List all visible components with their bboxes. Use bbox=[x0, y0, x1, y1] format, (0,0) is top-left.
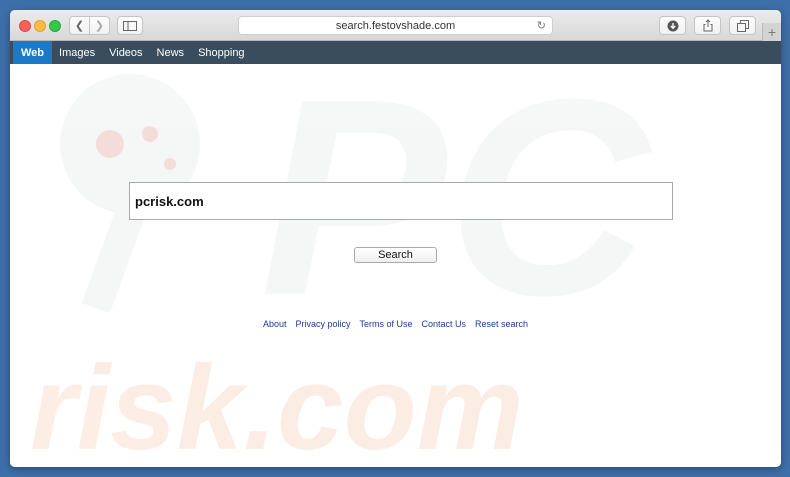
address-bar[interactable]: search.festovshade.com ↻ bbox=[238, 16, 553, 35]
browser-window: ❮ ❯ search.festovshade.com ↻ + Web Image… bbox=[10, 10, 781, 467]
tabs-icon bbox=[736, 19, 749, 32]
nav-tab-news[interactable]: News bbox=[150, 41, 192, 64]
search-button[interactable]: Search bbox=[354, 247, 437, 263]
footer-link-reset[interactable]: Reset search bbox=[475, 319, 528, 329]
minimize-window-button[interactable] bbox=[34, 20, 46, 32]
sidebar-icon bbox=[123, 20, 137, 31]
new-tab-button[interactable]: + bbox=[762, 23, 781, 41]
plus-icon: + bbox=[767, 24, 777, 40]
footer-link-about[interactable]: About bbox=[263, 319, 287, 329]
reload-icon[interactable]: ↻ bbox=[537, 19, 546, 32]
watermark-text: risk.com bbox=[30, 341, 524, 467]
maximize-window-button[interactable] bbox=[49, 20, 61, 32]
chevron-right-icon: ❯ bbox=[94, 20, 105, 32]
chevron-left-icon: ❮ bbox=[74, 20, 85, 32]
nav-tab-videos[interactable]: Videos bbox=[102, 41, 149, 64]
show-tabs-button[interactable] bbox=[729, 16, 756, 35]
nav-tab-web[interactable]: Web bbox=[13, 41, 53, 64]
sidebar-toggle-button[interactable] bbox=[117, 16, 143, 35]
pcrisk-watermark: PC risk.com bbox=[30, 64, 652, 467]
footer-links: About Privacy policy Terms of Use Contac… bbox=[10, 319, 781, 329]
forward-button[interactable]: ❯ bbox=[89, 16, 110, 35]
close-window-button[interactable] bbox=[19, 20, 31, 32]
nav-tab-images[interactable]: Images bbox=[52, 41, 102, 64]
search-input[interactable]: pcrisk.com bbox=[129, 182, 673, 220]
url-text: search.festovshade.com bbox=[335, 19, 456, 32]
share-button[interactable] bbox=[694, 16, 721, 35]
download-icon bbox=[667, 20, 678, 31]
nav-tab-shopping[interactable]: Shopping bbox=[191, 41, 252, 64]
share-icon bbox=[703, 19, 712, 32]
downloads-button[interactable] bbox=[659, 16, 686, 35]
footer-link-contact[interactable]: Contact Us bbox=[422, 319, 467, 329]
footer-link-terms[interactable]: Terms of Use bbox=[359, 319, 412, 329]
page-content: PC risk.com pcrisk.com Search About Priv… bbox=[10, 64, 781, 467]
search-category-nav: Web Images Videos News Shopping bbox=[10, 41, 781, 64]
back-button[interactable]: ❮ bbox=[69, 16, 90, 35]
footer-link-privacy[interactable]: Privacy policy bbox=[295, 319, 350, 329]
browser-toolbar: ❮ ❯ search.festovshade.com ↻ + bbox=[10, 10, 781, 41]
